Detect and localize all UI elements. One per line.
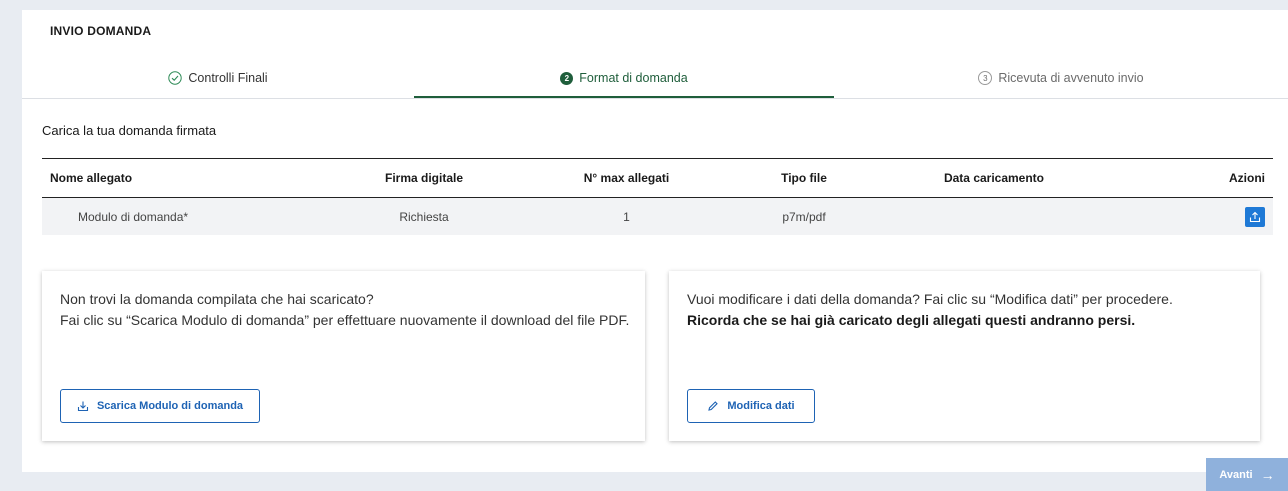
step-label: Ricevuta di avvenuto invio — [998, 71, 1144, 85]
step-controlli-finali[interactable]: Controlli Finali — [22, 60, 414, 96]
download-card: Non trovi la domanda compilata che hai s… — [42, 271, 645, 441]
download-card-line1: Non trovi la domanda compilata che hai s… — [60, 291, 374, 307]
step-number-badge: 3 — [978, 71, 993, 85]
check-circle-icon — [168, 71, 183, 85]
column-header: Azioni — [1229, 171, 1265, 185]
column-header: Data caricamento — [943, 171, 1045, 185]
next-button-label: Avanti — [1219, 468, 1253, 481]
edit-card-line1: Vuoi modificare i dati della domanda? Fa… — [687, 291, 1173, 307]
table-row: Modulo di domanda* Richiesta 1 p7m/pdf — [42, 198, 1273, 235]
step-label: Controlli Finali — [188, 71, 268, 85]
attachments-table: Nome allegato Firma digitale N° max alle… — [42, 158, 1273, 235]
download-form-button-label: Scarica Modulo di domanda — [96, 400, 244, 412]
edit-data-button[interactable]: Modifica dati — [687, 389, 815, 423]
column-header: Nome allegato — [50, 171, 133, 185]
edit-card-warning: Ricorda che se hai già caricato degli al… — [687, 312, 1136, 328]
max-attachments: 1 — [623, 209, 630, 224]
table-header: Nome allegato Firma digitale N° max alle… — [42, 158, 1273, 198]
attachment-name: Modulo di domanda* — [78, 209, 189, 224]
file-type: p7m/pdf — [782, 209, 826, 224]
upload-icon — [1249, 211, 1261, 222]
upload-title: Carica la tua domanda firmata — [42, 123, 217, 138]
column-header: N° max allegati — [583, 171, 670, 185]
edit-card: Vuoi modificare i dati della domanda? Fa… — [669, 271, 1260, 441]
next-button[interactable]: Avanti → — [1206, 458, 1288, 491]
column-header: Tipo file — [781, 171, 827, 185]
arrow-right-icon: → — [1260, 466, 1275, 483]
download-card-line2: Fai clic su “Scarica Modulo di domanda” … — [60, 312, 630, 328]
column-header: Firma digitale — [384, 171, 464, 185]
section-title: INVIO DOMANDA — [50, 24, 152, 38]
download-form-button[interactable]: Scarica Modulo di domanda — [60, 389, 260, 423]
step-label: Format di domanda — [579, 71, 688, 85]
pencil-icon — [708, 401, 719, 411]
stepper: Controlli Finali 2 Format di domanda 3 R… — [22, 60, 1288, 99]
upload-button[interactable] — [1245, 206, 1265, 227]
edit-card-text: Vuoi modificare i dati della domanda? Fa… — [687, 289, 1246, 331]
edit-data-button-label: Modifica dati — [727, 400, 795, 412]
actions-cell — [1129, 206, 1273, 227]
step-ricevuta[interactable]: 3 Ricevuta di avvenuto invio — [834, 60, 1288, 96]
download-card-text: Non trovi la domanda compilata che hai s… — [60, 289, 631, 331]
download-icon — [77, 401, 89, 412]
step-format-di-domanda[interactable]: 2 Format di domanda — [414, 60, 834, 98]
step-number-badge: 2 — [560, 71, 574, 85]
signature-requirement: Richiesta — [399, 209, 449, 224]
